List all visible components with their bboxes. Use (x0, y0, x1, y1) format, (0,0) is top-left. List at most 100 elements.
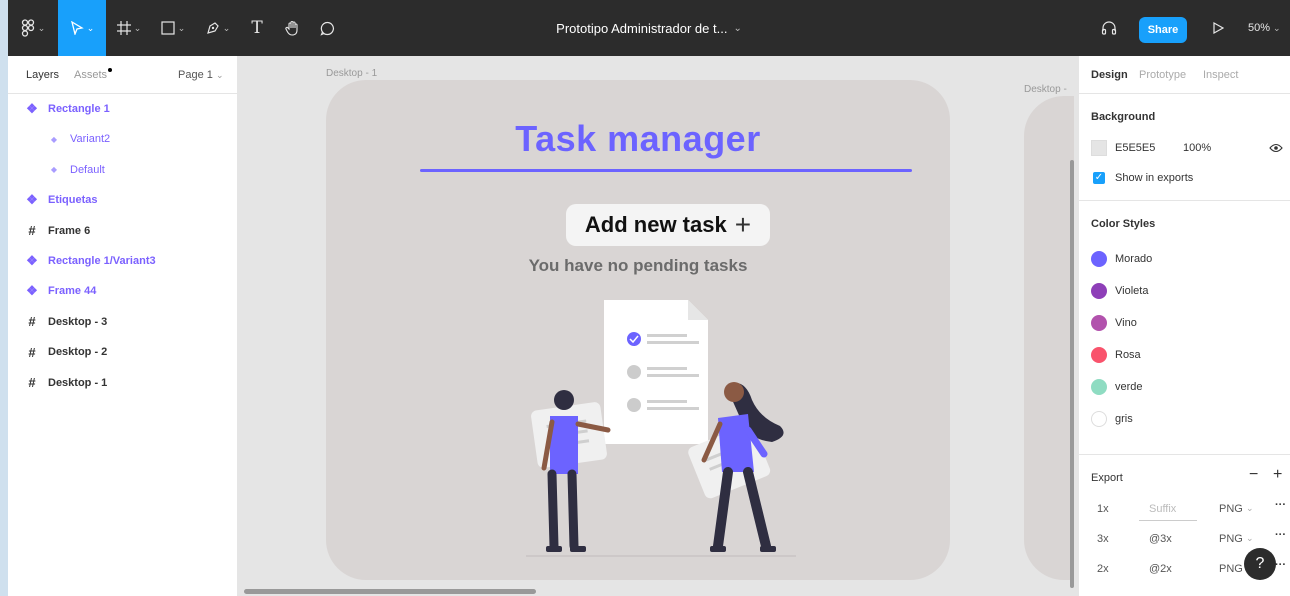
background-opacity[interactable]: 100% (1183, 142, 1211, 154)
frame-icon: # (28, 375, 36, 391)
frame-label-desktop-2[interactable]: Desktop - (1024, 84, 1067, 95)
figma-menu-icon (21, 19, 34, 37)
horizontal-scrollbar[interactable] (244, 589, 536, 594)
layer-row[interactable]: ◆ Default (8, 155, 238, 185)
share-button[interactable]: Share (1139, 17, 1187, 43)
more-options-icon[interactable]: ··· (1275, 499, 1286, 511)
layer-label: Frame 6 (48, 224, 91, 237)
rectangle-icon (161, 21, 175, 35)
desktop-2-frame[interactable] (1024, 96, 1074, 580)
canvas[interactable]: Desktop - 1 Desktop - Task manager Add n… (238, 56, 1074, 596)
layer-row[interactable]: ❖ Etiquetas (8, 185, 238, 215)
background-section-title: Background (1091, 111, 1156, 123)
chevron-down-icon[interactable]: ⌄ (733, 23, 741, 34)
layer-row[interactable]: # Desktop - 2 (8, 337, 238, 367)
color-style-item[interactable]: Vino (1091, 313, 1137, 333)
eye-icon[interactable] (1269, 142, 1283, 154)
zoom-control[interactable]: 50% ⌄ (1248, 0, 1281, 56)
color-style-name: Vino (1115, 317, 1137, 329)
more-options-icon[interactable]: ··· (1275, 529, 1286, 541)
export-format[interactable]: PNG (1219, 503, 1243, 515)
tab-design[interactable]: Design (1091, 69, 1128, 81)
export-format[interactable]: PNG (1219, 533, 1243, 545)
audio-button[interactable] (1094, 0, 1124, 56)
text-tool-button[interactable]: T (244, 0, 270, 56)
color-style-swatch (1091, 251, 1107, 267)
add-new-task-button[interactable]: Add new task + (566, 204, 770, 246)
chevron-down-icon: ⌄ (133, 22, 142, 33)
play-icon (1213, 22, 1224, 34)
color-style-item[interactable]: verde (1091, 377, 1143, 397)
background-color-swatch[interactable] (1091, 140, 1107, 156)
instance-icon: ◆ (50, 165, 58, 175)
color-style-item[interactable]: gris (1091, 409, 1133, 429)
figma-menu-button[interactable]: ⌄ (8, 0, 58, 56)
frame-tool-button[interactable]: ⌄ (108, 0, 150, 56)
add-new-task-label: Add new task (584, 212, 727, 237)
chevron-down-icon: ⌄ (37, 22, 46, 33)
layer-row[interactable]: # Desktop - 1 (8, 368, 238, 398)
component-icon: ❖ (26, 192, 38, 208)
layer-label: Variant2 (70, 133, 111, 146)
move-tool-button[interactable]: ⌄ (58, 0, 106, 56)
color-style-item[interactable]: Violeta (1091, 281, 1148, 301)
color-style-name: gris (1115, 413, 1133, 425)
task-manager-title: Task manager (515, 118, 761, 159)
export-format[interactable]: PNG (1219, 563, 1243, 575)
layers-panel: Layers Assets Page 1 ⌄ ❖ Rectangle 1 ◆ Vari… (8, 56, 238, 596)
show-in-exports-label: Show in exports (1115, 172, 1194, 184)
pen-tool-button[interactable]: ⌄ (198, 0, 238, 56)
layer-row[interactable]: ❖ Frame 44 (8, 276, 238, 306)
layer-row[interactable]: # Desktop - 3 (8, 307, 238, 337)
hand-tool-button[interactable] (278, 0, 308, 56)
add-export-icon[interactable]: + (1273, 466, 1282, 484)
shape-tool-button[interactable]: ⌄ (154, 0, 192, 56)
color-style-swatch (1091, 347, 1107, 363)
layer-row[interactable]: ◆ Variant2 (8, 124, 238, 154)
document-title-text[interactable]: Prototipo Administrador de t... (556, 21, 727, 36)
text-tool-icon: T (251, 18, 263, 38)
frame-label-desktop-1[interactable]: Desktop - 1 (326, 68, 377, 79)
tab-layers[interactable]: Layers (26, 69, 59, 81)
layer-label: Desktop - 1 (48, 376, 108, 389)
layer-row[interactable]: # Frame 6 (8, 216, 238, 246)
tab-inspect[interactable]: Inspect (1203, 69, 1238, 81)
color-style-swatch (1091, 379, 1107, 395)
export-suffix[interactable]: Suffix (1149, 503, 1176, 515)
layer-label: Desktop - 2 (48, 346, 108, 359)
component-icon: ❖ (26, 283, 38, 299)
chevron-down-icon: ⌄ (1246, 503, 1254, 513)
color-style-item[interactable]: Morado (1091, 249, 1152, 269)
export-suffix[interactable]: @2x (1149, 563, 1172, 575)
show-in-exports-checkbox[interactable]: ✓ (1093, 172, 1105, 184)
frame-hash-icon (116, 21, 131, 35)
export-suffix[interactable]: @3x (1149, 533, 1172, 545)
color-style-item[interactable]: Rosa (1091, 345, 1141, 365)
more-options-icon[interactable]: ··· (1275, 559, 1286, 571)
instance-icon: ◆ (50, 134, 58, 144)
export-scale[interactable]: 2x (1097, 563, 1109, 575)
layer-row[interactable]: ❖ Rectangle 1 (8, 94, 238, 124)
background-hex[interactable]: E5E5E5 (1115, 142, 1155, 154)
layer-label: Rectangle 1/Variant3 (48, 255, 156, 267)
properties-panel: Design Prototype Inspect Background E5E5… (1078, 56, 1290, 596)
page-selector[interactable]: Page 1 ⌄ (178, 69, 223, 81)
layer-row[interactable]: ❖ Rectangle 1/Variant3 (8, 246, 238, 276)
frame-icon: # (28, 314, 36, 330)
comment-tool-button[interactable] (312, 0, 342, 56)
hand-icon (285, 20, 298, 36)
color-style-name: Morado (1115, 253, 1153, 265)
export-scale[interactable]: 1x (1097, 503, 1109, 515)
export-scale[interactable]: 3x (1097, 533, 1109, 545)
remove-export-icon[interactable]: − (1249, 466, 1258, 484)
color-style-name: Violeta (1115, 285, 1149, 297)
color-style-name: Rosa (1115, 349, 1141, 361)
divider (1079, 454, 1290, 455)
present-button[interactable] (1204, 0, 1232, 56)
tab-assets[interactable]: Assets (74, 69, 107, 81)
desktop-1-frame[interactable]: Task manager Add new task + You have no … (326, 80, 950, 580)
help-button[interactable]: ? (1244, 548, 1276, 580)
tab-prototype[interactable]: Prototype (1139, 69, 1186, 81)
move-arrow-icon (70, 21, 84, 35)
vertical-scrollbar[interactable] (1070, 160, 1074, 588)
